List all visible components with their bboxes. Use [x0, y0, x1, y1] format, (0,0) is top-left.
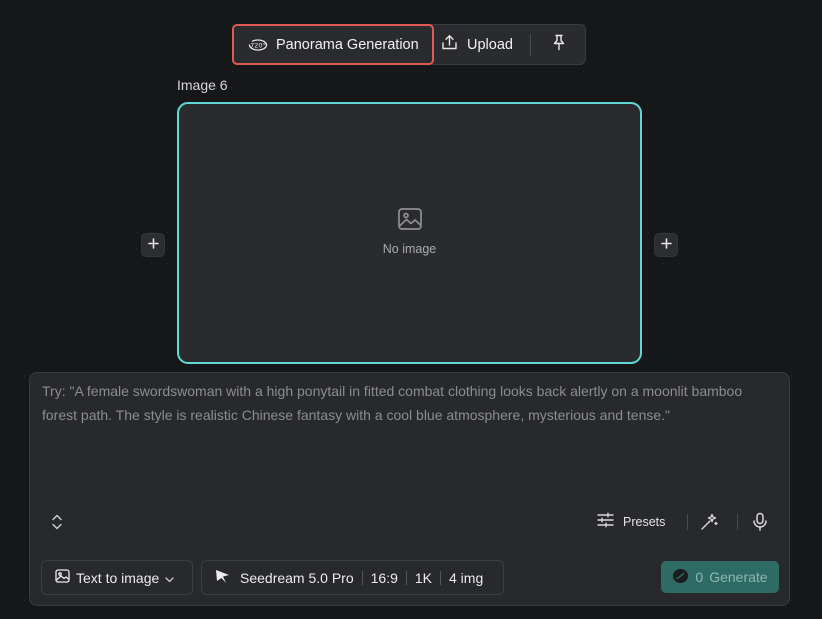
pin-icon — [552, 34, 566, 55]
model-divider — [440, 570, 441, 585]
model-settings-button[interactable]: Seedream 5.0 Pro 16:9 1K 4 img — [201, 560, 504, 595]
image-icon — [55, 569, 70, 586]
prompt-enhance-button[interactable] — [700, 512, 719, 536]
controls-divider — [737, 514, 738, 530]
top-toolbar: 720° Panorama Generation Upload — [232, 24, 586, 65]
chevron-up-down-icon — [50, 514, 64, 535]
controls-divider — [687, 514, 688, 530]
model-name: Seedream 5.0 Pro — [240, 569, 354, 586]
chevron-down-icon — [165, 570, 174, 586]
pin-button[interactable] — [531, 25, 586, 64]
generate-cost: 0 — [695, 569, 704, 585]
image-label: Image 6 — [177, 77, 228, 93]
image-count-value: 4 img — [449, 569, 484, 586]
image-placeholder-icon — [397, 207, 423, 236]
panorama-720-icon: 720° — [248, 37, 268, 53]
voice-input-button[interactable] — [751, 512, 769, 536]
seedream-logo-icon — [215, 569, 232, 587]
magic-wand-icon — [700, 513, 719, 535]
plus-icon — [147, 236, 159, 254]
generate-button[interactable]: 0 Generate — [661, 561, 779, 593]
image-canvas[interactable]: No image — [177, 102, 642, 364]
resolution-value: 1K — [414, 569, 432, 586]
upload-button[interactable]: Upload — [441, 25, 529, 64]
expand-toggle[interactable] — [50, 513, 64, 536]
generate-label: Generate — [709, 569, 768, 585]
presets-label: Presets — [623, 514, 666, 529]
add-left-button[interactable] — [141, 233, 165, 257]
no-image-text: No image — [382, 241, 437, 256]
presets-button[interactable]: Presets — [597, 512, 665, 531]
aspect-ratio-value: 16:9 — [370, 569, 398, 586]
upload-icon — [441, 34, 458, 55]
upload-label: Upload — [467, 36, 513, 53]
prompt-panel: Try: "A female swordswoman with a high p… — [29, 372, 790, 606]
mode-selected-label: Text to image — [76, 569, 160, 586]
add-right-button[interactable] — [654, 233, 678, 257]
microphone-icon — [751, 512, 769, 535]
panorama-generation-button[interactable]: 720° Panorama Generation — [232, 24, 434, 65]
svg-text:720°: 720° — [250, 41, 266, 49]
panorama-generation-label: Panorama Generation — [276, 36, 419, 53]
mode-dropdown[interactable]: Text to image — [41, 560, 193, 595]
model-divider — [361, 570, 363, 585]
plus-icon — [660, 236, 672, 254]
credit-coin-icon — [672, 568, 689, 587]
model-divider — [405, 570, 407, 585]
sliders-icon — [597, 512, 614, 531]
prompt-input[interactable]: Try: "A female swordswoman with a high p… — [42, 379, 777, 427]
